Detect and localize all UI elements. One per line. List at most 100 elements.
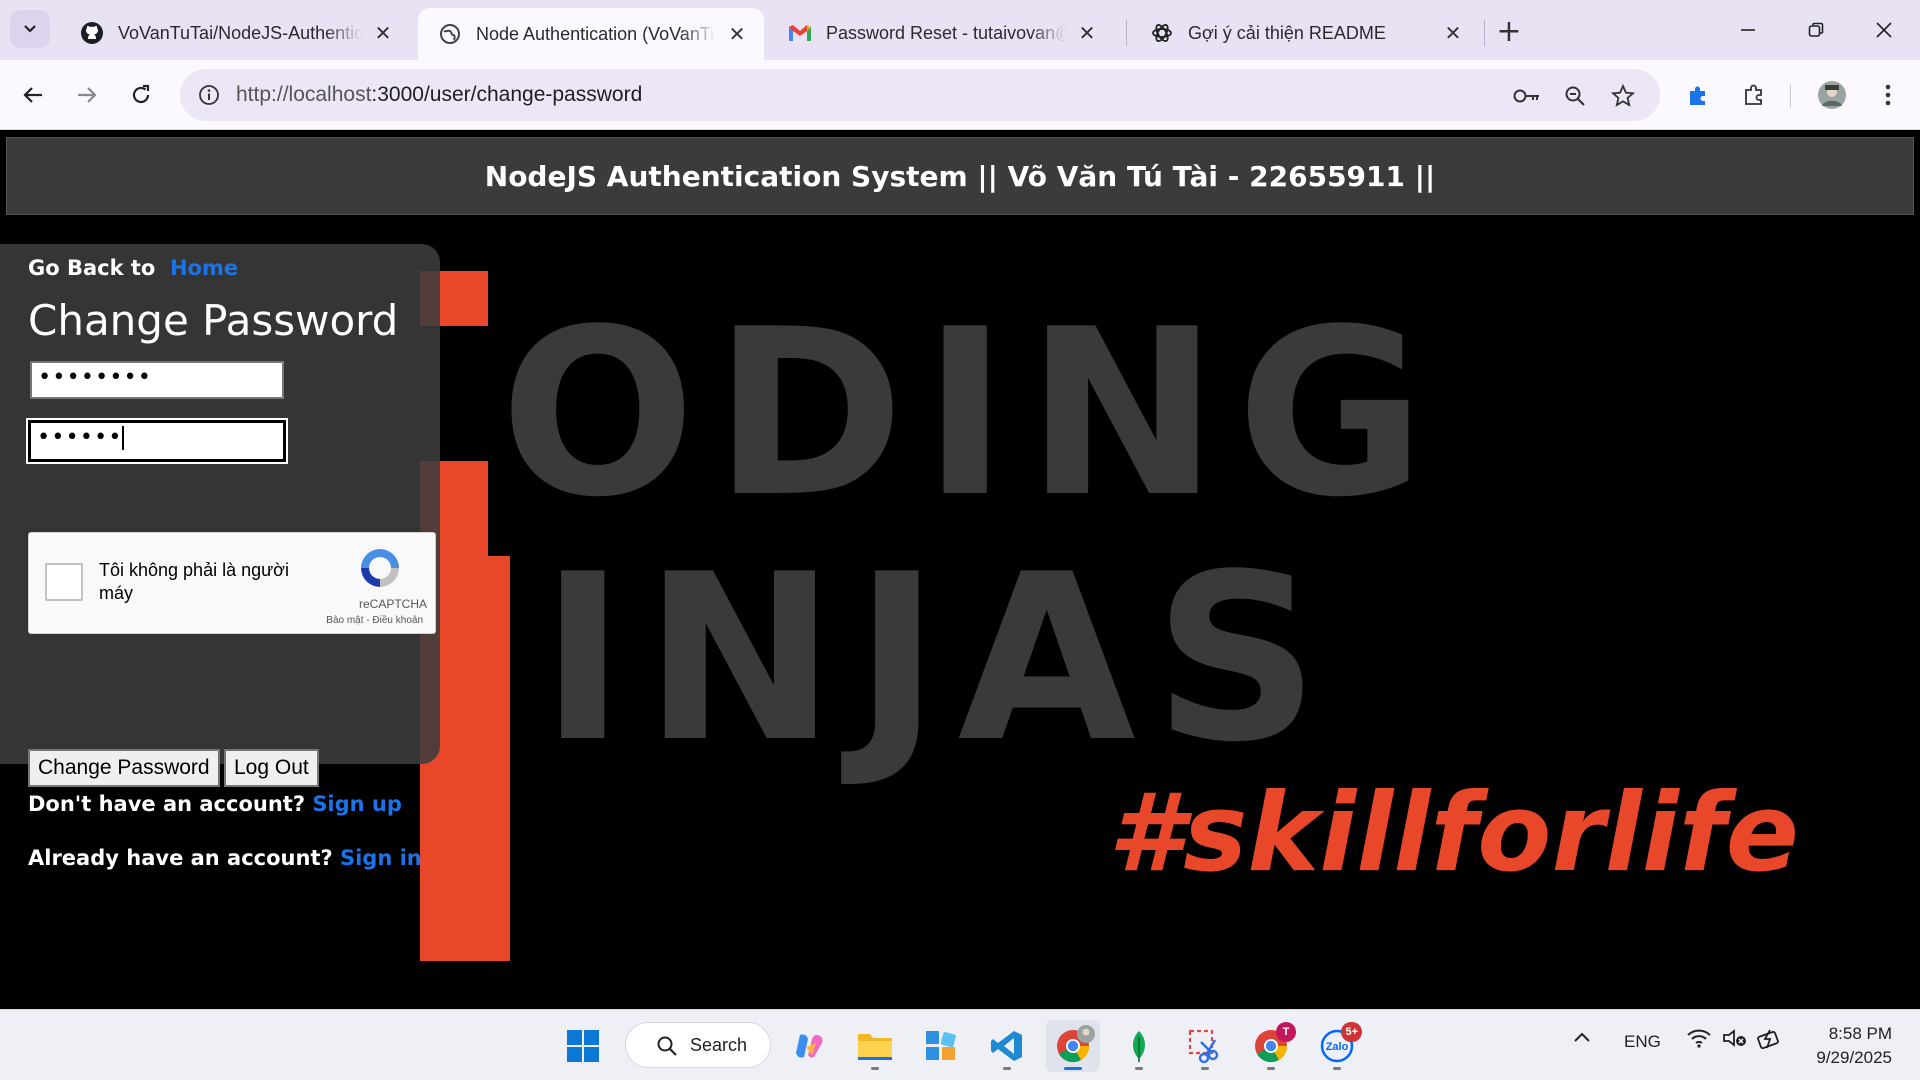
taskbar-copilot[interactable] [782, 1020, 836, 1072]
recaptcha-logo-icon [361, 549, 399, 587]
recaptcha-terms-link[interactable]: Bảo mật - Điều khoản [326, 615, 423, 626]
close-window-button[interactable] [1864, 12, 1904, 48]
tab-node-authentication[interactable]: Node Authentication (VoVanTuT ✕ [418, 8, 764, 60]
notification-badge: 5+ [1341, 1022, 1362, 1042]
taskbar-file-explorer[interactable] [848, 1020, 902, 1072]
taskbar-chrome-profile-2[interactable]: T [1244, 1020, 1298, 1072]
signup-prompt: Don't have an account? Sign up [28, 792, 402, 816]
tab-search-button[interactable] [10, 10, 50, 48]
start-button[interactable] [556, 1020, 610, 1072]
taskbar-chrome[interactable] [1046, 1020, 1100, 1072]
taskbar-snipping-tool[interactable] [1178, 1020, 1232, 1072]
gmail-icon [788, 21, 812, 45]
tab-gmail[interactable]: Password Reset - tutaivovan@g ✕ [768, 8, 1114, 58]
browser-toolbar: http://localhost:3000/user/change-passwo… [0, 60, 1920, 130]
go-back-label: Go Back to [28, 256, 156, 280]
language-indicator[interactable]: ENG [1624, 1032, 1661, 1052]
background-word-ninjas: INJAS [540, 526, 1338, 793]
back-button[interactable] [14, 76, 52, 114]
key-icon[interactable] [1512, 81, 1542, 111]
github-icon [80, 21, 104, 45]
signup-link[interactable]: Sign up [312, 792, 402, 816]
home-link[interactable]: Home [170, 256, 238, 280]
store-icon [926, 1031, 956, 1060]
mongodb-leaf-icon [1133, 1031, 1145, 1062]
clock-time: 8:58 PM [1828, 1024, 1892, 1043]
background-word-coding: ODING [500, 281, 1444, 548]
taskbar-clock[interactable]: 8:58 PM 9/29/2025 [1796, 1022, 1892, 1070]
signup-prompt-text: Don't have an account? [28, 792, 305, 816]
tab-separator [1484, 20, 1485, 46]
logout-button[interactable]: Log Out [224, 749, 319, 787]
old-password-field[interactable]: •••••••• [30, 361, 284, 399]
taskbar-microsoft-store[interactable] [914, 1020, 968, 1072]
taskbar-search[interactable]: Search [625, 1022, 771, 1068]
taskbar-mongodb-compass[interactable] [1112, 1020, 1166, 1072]
minimize-button[interactable] [1728, 12, 1768, 48]
folder-icon [858, 1034, 892, 1060]
extension-puzzle-icon[interactable] [1680, 77, 1716, 113]
taskbar-vscode[interactable] [980, 1020, 1034, 1072]
search-icon [657, 1036, 677, 1056]
address-bar[interactable]: http://localhost:3000/user/change-passwo… [180, 69, 1660, 121]
recaptcha-checkbox[interactable] [45, 563, 83, 601]
tab-github[interactable]: VoVanTuTai/NodeJS-Authentica ✕ [60, 8, 410, 58]
tab-separator [1126, 20, 1127, 46]
battery-charging-icon[interactable] [1756, 1028, 1784, 1055]
site-info-icon[interactable] [192, 78, 226, 112]
profile-badge: T [1276, 1022, 1296, 1042]
close-icon[interactable]: ✕ [1076, 21, 1098, 45]
tab-chatgpt[interactable]: Gợi ý cải thiện README ✕ [1130, 8, 1480, 58]
new-password-field[interactable]: •••••• [26, 418, 288, 464]
change-password-card: Go Back to Home Change Password ••••••••… [0, 244, 440, 870]
running-indicator [1003, 1067, 1011, 1070]
url-text: http://localhost:3000/user/change-passwo… [236, 83, 642, 107]
chevron-down-icon [24, 25, 36, 33]
recaptcha-brand: reCAPTCHA [358, 597, 427, 611]
arrow-right-icon [78, 87, 97, 103]
close-icon[interactable]: ✕ [372, 21, 394, 45]
running-indicator [1135, 1067, 1143, 1070]
copilot-icon [796, 1034, 823, 1058]
taskbar-zalo[interactable]: Zalo 5+ [1310, 1020, 1364, 1072]
site-header: NodeJS Authentication System || Võ Văn T… [6, 137, 1914, 215]
windows-taskbar: Search T Zalo 5+ ENG 8:58 PM 9/29/2025 [0, 1009, 1920, 1080]
url-path: :3000/user/change-password [371, 83, 643, 106]
running-indicator [1064, 1067, 1082, 1070]
close-icon[interactable]: ✕ [1442, 21, 1464, 45]
chatgpt-icon [1150, 21, 1174, 45]
running-indicator [1267, 1067, 1275, 1070]
running-indicator [1333, 1067, 1341, 1070]
restore-button[interactable] [1796, 12, 1836, 48]
background-tagline: #skillforlife [1108, 771, 1800, 896]
signin-link[interactable]: Sign in [340, 846, 422, 870]
chevron-up-icon [1574, 1032, 1590, 1042]
snipping-tool-icon [1188, 1029, 1219, 1064]
forward-button[interactable] [68, 76, 106, 114]
toolbar-divider [1790, 84, 1791, 108]
change-password-button[interactable]: Change Password [28, 749, 220, 787]
zoom-icon[interactable] [1560, 81, 1590, 111]
reload-icon [132, 84, 150, 104]
tab-strip: VoVanTuTai/NodeJS-Authentica ✕ Node Auth… [0, 0, 1920, 60]
search-label: Search [690, 1034, 748, 1055]
profile-avatar [1077, 1025, 1095, 1043]
bookmark-star-icon[interactable] [1608, 81, 1638, 111]
restore-icon [1808, 22, 1824, 37]
reload-button[interactable] [122, 76, 160, 114]
more-menu-icon[interactable] [1870, 77, 1906, 113]
recaptcha-widget: Tôi không phải là người máy reCAPTCHA Bả… [28, 532, 436, 634]
new-tab-button[interactable]: + [1492, 14, 1526, 49]
tab-title: Node Authentication (VoVanTuT [476, 23, 716, 44]
close-icon[interactable]: ✕ [726, 22, 748, 46]
extensions-icon[interactable] [1736, 77, 1772, 113]
globe-icon [438, 22, 462, 46]
site-title: NodeJS Authentication System || Võ Văn T… [484, 159, 1436, 193]
go-back-line: Go Back to Home [28, 256, 238, 280]
running-indicator [871, 1067, 879, 1070]
wifi-icon[interactable] [1686, 1028, 1712, 1053]
running-indicator [1201, 1067, 1209, 1070]
profile-avatar[interactable] [1814, 77, 1850, 113]
show-hidden-icons-button[interactable] [1572, 1028, 1592, 1053]
volume-muted-icon[interactable] [1722, 1028, 1748, 1053]
